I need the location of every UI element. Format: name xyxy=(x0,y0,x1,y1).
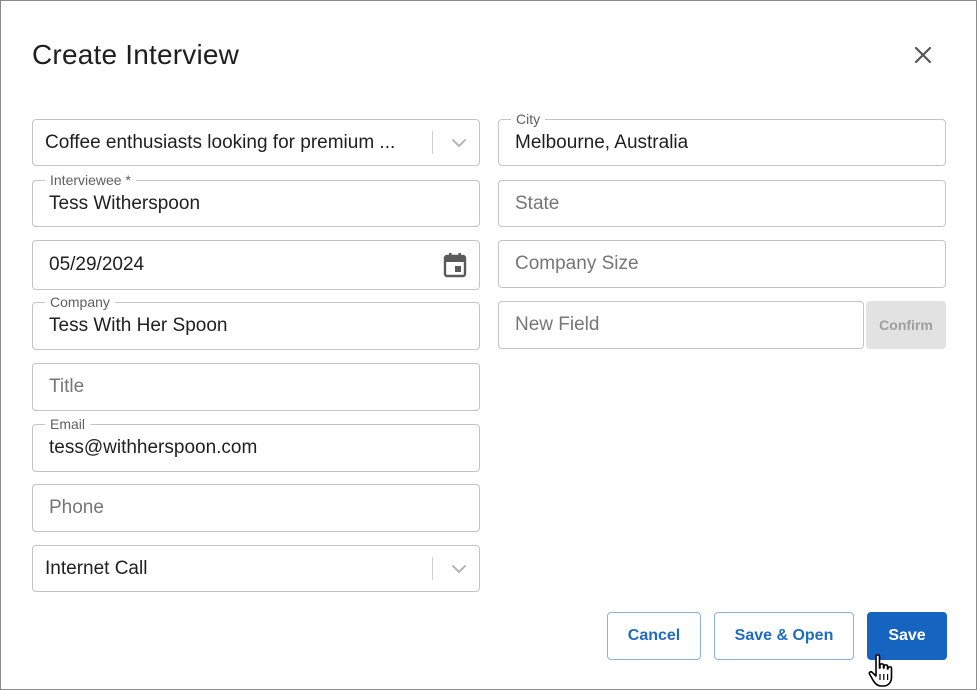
title-field[interactable]: Title xyxy=(32,363,480,411)
company-value: Tess With Her Spoon xyxy=(49,315,228,336)
call-type-select-toggle[interactable] xyxy=(451,546,467,591)
select-separator xyxy=(432,131,433,154)
segment-select-value: Coffee enthusiasts looking for premium .… xyxy=(45,131,396,153)
hand-pointer-icon xyxy=(868,654,893,687)
new-field-placeholder: New Field xyxy=(515,314,600,335)
company-field[interactable]: Company Tess With Her Spoon xyxy=(32,293,480,350)
confirm-button[interactable]: Confirm xyxy=(866,301,946,349)
close-icon xyxy=(914,46,932,64)
date-field[interactable]: 05/29/2024 xyxy=(32,240,480,290)
chevron-down-icon xyxy=(452,138,466,147)
phone-field[interactable]: Phone xyxy=(32,484,480,532)
state-placeholder: State xyxy=(515,192,560,214)
call-type-select[interactable]: Internet Call xyxy=(32,545,480,592)
interviewee-value: Tess Witherspoon xyxy=(49,192,201,214)
call-type-value: Internet Call xyxy=(45,557,148,579)
date-value: 05/29/2024 xyxy=(49,254,145,275)
save-and-open-button[interactable]: Save & Open xyxy=(714,612,854,660)
phone-placeholder: Phone xyxy=(49,497,104,518)
calendar-icon xyxy=(443,253,467,278)
close-button[interactable] xyxy=(907,39,939,71)
company-size-placeholder: Company Size xyxy=(515,253,639,274)
create-interview-dialog: Create Interview Coffee enthusiasts look… xyxy=(0,0,977,690)
dialog-title: Create Interview xyxy=(32,39,240,70)
title-placeholder: Title xyxy=(49,376,85,397)
city-value: Melbourne, Australia xyxy=(515,131,689,153)
city-field[interactable]: City Melbourne, Australia xyxy=(498,110,946,166)
email-value: tess@withherspoon.com xyxy=(49,437,258,458)
select-separator xyxy=(432,557,433,580)
cancel-button[interactable]: Cancel xyxy=(607,612,701,660)
date-picker-button[interactable] xyxy=(443,241,467,289)
state-field[interactable]: State xyxy=(498,180,946,227)
company-size-field[interactable]: Company Size xyxy=(498,240,946,288)
chevron-down-icon xyxy=(452,564,466,573)
interviewee-field[interactable]: Interviewee * Tess Witherspoon xyxy=(32,171,480,227)
segment-select[interactable]: Coffee enthusiasts looking for premium .… xyxy=(32,119,480,166)
email-field[interactable]: Email tess@withherspoon.com xyxy=(32,415,480,472)
new-field-input[interactable]: New Field xyxy=(498,301,864,349)
segment-select-toggle[interactable] xyxy=(451,120,467,165)
